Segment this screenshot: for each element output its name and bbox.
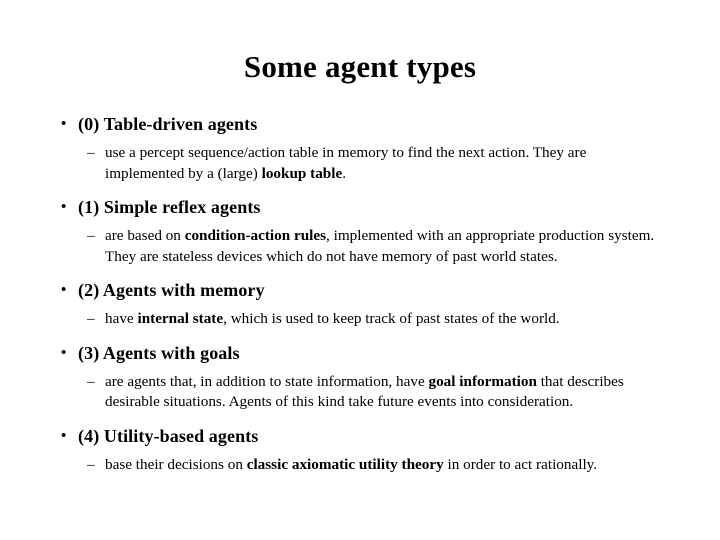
dash-bullet-icon: – bbox=[87, 372, 95, 390]
bullet-group: • (1) Simple reflex agents – are based on c… bbox=[0, 196, 720, 279]
dash-bullet-icon: – bbox=[87, 144, 95, 161]
bullet-point-icon: • bbox=[61, 199, 67, 215]
bullet-list: • (0) Table-driven agents – use a percept s… bbox=[0, 113, 720, 475]
emphasis-text: goal information bbox=[428, 372, 537, 390]
bullet-point-icon: • bbox=[61, 116, 67, 132]
bullet-group: • (4) Utility-based agents – base their dec… bbox=[0, 425, 720, 476]
dash-bullet-icon: – bbox=[87, 227, 95, 244]
dash-bullet-icon: – bbox=[87, 455, 95, 473]
detail-text: are based on bbox=[105, 227, 185, 244]
bullet-item-level2: – use a percept sequence/action table in … bbox=[0, 143, 720, 184]
bullet-point-icon: • bbox=[61, 344, 67, 361]
bullet-point-icon: • bbox=[61, 427, 67, 444]
detail-text: , which is used to keep track of past st… bbox=[223, 310, 560, 327]
bullet-item-level1: • (2) Agents with memory bbox=[0, 279, 720, 301]
detail-text: have bbox=[105, 310, 138, 327]
page-title: Some agent types bbox=[243, 49, 477, 84]
bullet-item-level1: • (4) Utility-based agents bbox=[0, 425, 720, 447]
bullet-heading-text: (4) Utility-based agents bbox=[78, 425, 259, 446]
detail-text: are agents that, in addition to state in… bbox=[105, 372, 429, 390]
bullet-group: • (3) Agents with goals – are agents that, … bbox=[0, 342, 720, 425]
bullet-item-level2: – are agents that, in addition to state i… bbox=[0, 372, 720, 413]
emphasis-text: condition-action rules bbox=[184, 227, 327, 244]
bullet-heading-text: (2) Agents with memory bbox=[78, 280, 265, 300]
slide-canvas: Some agent types • (0) Table-driven agent… bbox=[0, 0, 720, 540]
bullet-group: • (2) Agents with memory – have internal st… bbox=[0, 279, 720, 342]
bullet-heading-text: (0) Table-driven agents bbox=[78, 114, 258, 134]
bullet-heading-text: (3) Agents with goals bbox=[78, 342, 240, 363]
emphasis-text: classic axiomatic utility theory bbox=[246, 455, 444, 473]
detail-text: . bbox=[342, 164, 347, 182]
emphasis-text: lookup table bbox=[261, 164, 343, 182]
bullet-item-level2: – base their decisions on classic axiomat… bbox=[0, 455, 720, 476]
detail-text: base their decisions on bbox=[105, 455, 247, 473]
bullet-item-level1: • (1) Simple reflex agents bbox=[0, 196, 720, 218]
emphasis-text: internal state bbox=[137, 310, 224, 327]
bullet-item-level1: • (3) Agents with goals bbox=[0, 342, 720, 364]
bullet-item-level1: • (0) Table-driven agents bbox=[0, 113, 720, 135]
detail-text: in order to act rationally. bbox=[443, 455, 598, 473]
bullet-item-level2: – are based on condition-action rules, im… bbox=[0, 226, 720, 267]
bullet-group: • (0) Table-driven agents – use a percept s… bbox=[0, 113, 720, 196]
dash-bullet-icon: – bbox=[87, 310, 95, 327]
bullet-item-level2: – have internal state, which is used to k… bbox=[0, 309, 720, 330]
bullet-point-icon: • bbox=[61, 282, 67, 298]
bullet-heading-text: (1) Simple reflex agents bbox=[78, 197, 261, 217]
